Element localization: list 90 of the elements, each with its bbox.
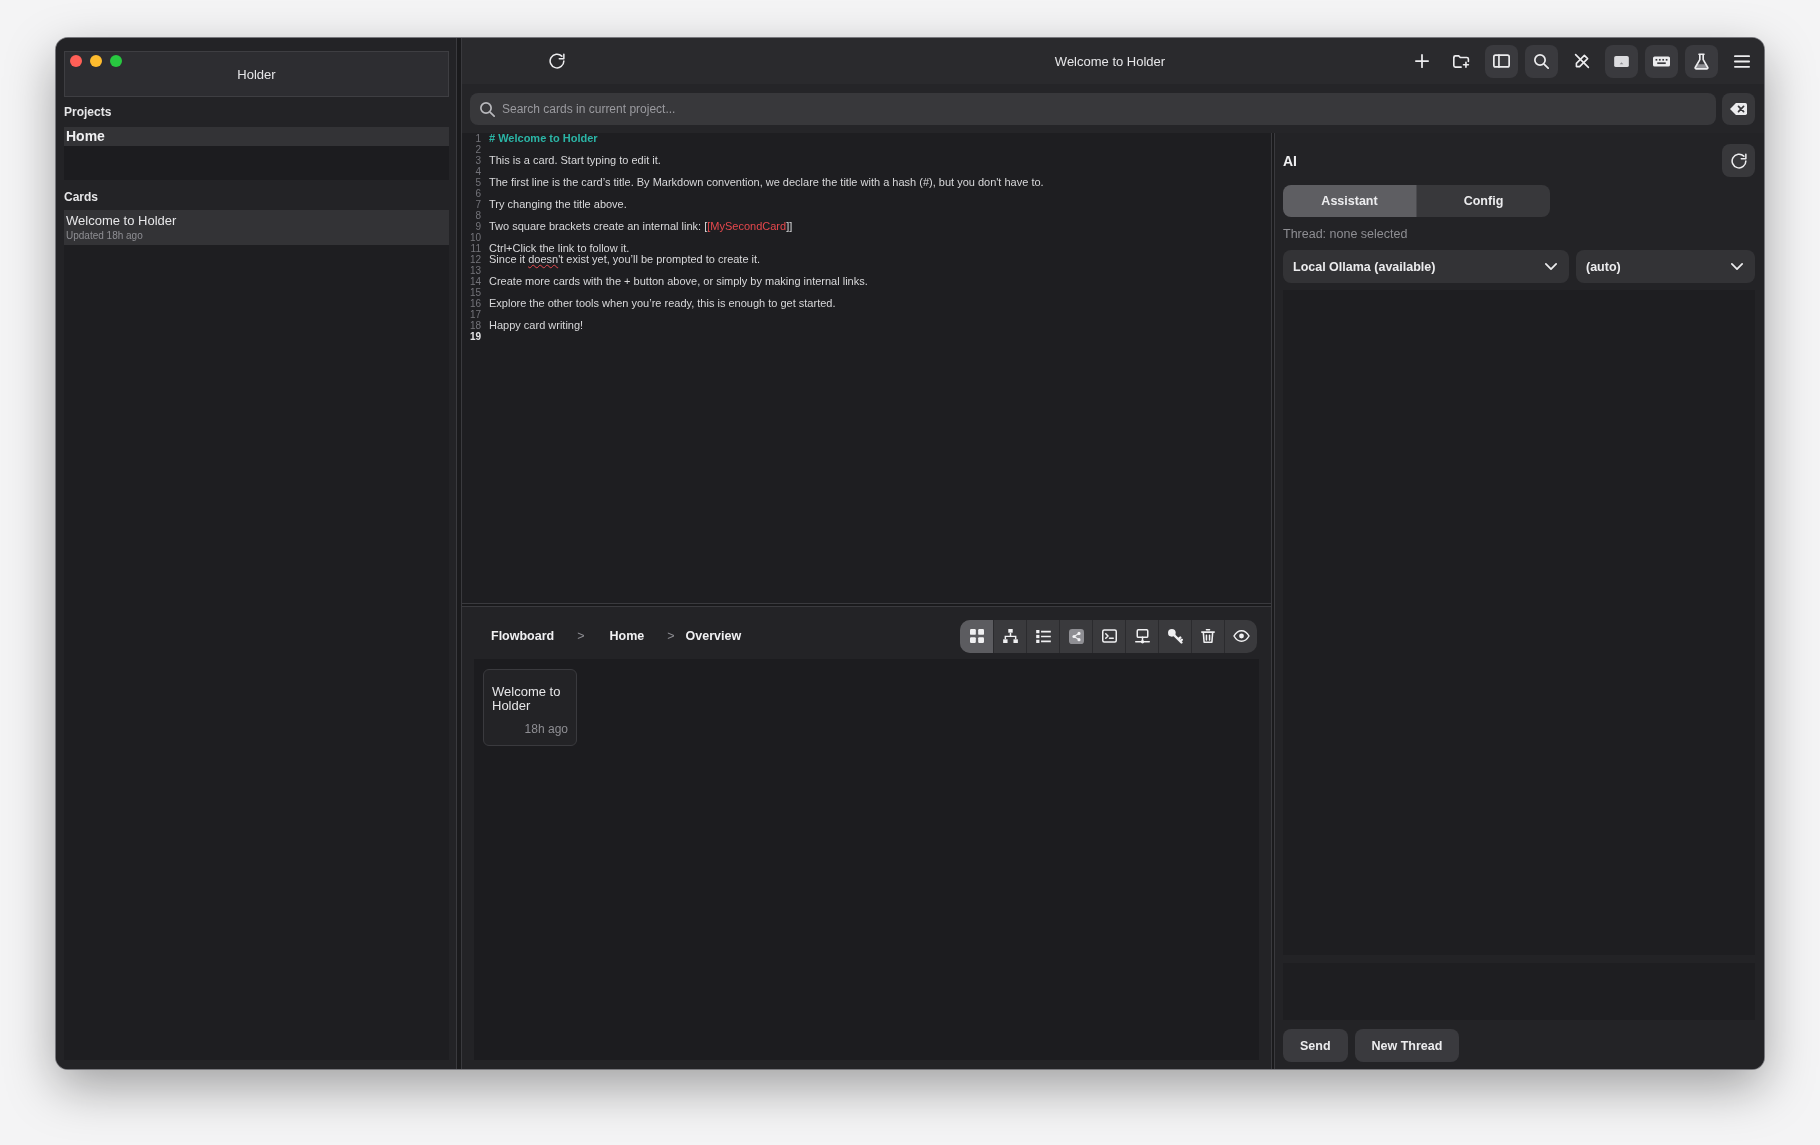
line-number: 9 xyxy=(474,221,482,232)
keyboard-button[interactable] xyxy=(1645,44,1678,78)
line-number: 1 xyxy=(474,133,482,144)
text-line: Happy card writing! xyxy=(489,320,584,331)
sidebar-toggle-button[interactable] xyxy=(1485,44,1518,78)
dropdown[interactable]: Local Ollama (available) xyxy=(1283,250,1569,283)
text-line: Since it doesn't exist yet, you’ll be prompted to create it. xyxy=(489,254,761,265)
tab[interactable]: Assistant xyxy=(1283,185,1416,217)
line-number: 6 xyxy=(474,188,482,199)
markdown-heading: # Welcome to Holder xyxy=(489,133,598,144)
breadcrumb-separator: > xyxy=(577,629,585,643)
card-title: Welcome to Holder xyxy=(492,685,562,713)
plus-icon xyxy=(1414,54,1429,68)
internal-link[interactable]: [MySecondCard xyxy=(707,220,787,232)
window-title: Welcome to Holder xyxy=(1054,53,1166,69)
close-button[interactable] xyxy=(70,55,82,67)
line-number: 11 xyxy=(469,243,482,254)
maximize-button[interactable] xyxy=(110,55,122,67)
minimize-button[interactable] xyxy=(90,55,102,67)
notes-button[interactable] xyxy=(1605,44,1638,78)
breadcrumb-link[interactable]: Overview xyxy=(685,629,742,643)
backspace-icon xyxy=(1730,103,1747,115)
line-number: 13 xyxy=(468,265,482,276)
card-title: Welcome to Holder xyxy=(66,213,177,228)
chevron-down-icon xyxy=(1545,263,1557,270)
menu-icon xyxy=(1733,54,1750,68)
section-heading: Projects xyxy=(64,105,112,119)
eye-icon xyxy=(1232,630,1250,642)
line-number: 7 xyxy=(474,199,482,210)
card-list-item[interactable]: Welcome to Holder Updated 18h ago xyxy=(64,210,449,245)
line-number: 14 xyxy=(468,276,482,287)
line-number: 19 xyxy=(468,331,482,342)
terminal-icon xyxy=(1101,629,1117,643)
search-button[interactable] xyxy=(1525,44,1558,78)
app-title: Holder xyxy=(237,67,276,83)
line-number: 16 xyxy=(468,298,482,309)
breadcrumb-link[interactable]: Flowboard xyxy=(477,629,569,643)
breadcrumb-link[interactable]: Home xyxy=(595,629,659,643)
share-icon xyxy=(1068,628,1084,644)
grid-icon xyxy=(969,629,984,643)
list-icon xyxy=(1035,629,1051,643)
panel-title: AI xyxy=(1283,152,1297,169)
clear-search-button[interactable] xyxy=(1722,93,1755,125)
project-item[interactable]: Home xyxy=(64,127,449,146)
action-button[interactable]: Send xyxy=(1283,1029,1348,1062)
card-updated-time: Updated 18h ago xyxy=(66,229,143,242)
refresh-icon xyxy=(1730,152,1747,169)
text-line: Try changing the title above. xyxy=(489,199,627,210)
search-icon xyxy=(480,101,495,117)
line-number: 2 xyxy=(474,144,482,155)
line-number: 4 xyxy=(474,166,482,177)
thread-status: Thread: none selected xyxy=(1283,226,1408,242)
keyboard-icon xyxy=(1653,55,1670,67)
search-icon xyxy=(1534,53,1549,69)
folder-plus-icon xyxy=(1453,54,1470,68)
refresh-button[interactable] xyxy=(1722,144,1755,177)
pen-slash-icon xyxy=(1573,53,1590,69)
line-number: 10 xyxy=(468,232,482,243)
chevron-down-icon xyxy=(1731,263,1743,270)
action-button[interactable]: New Thread xyxy=(1354,1029,1460,1062)
key-icon xyxy=(1167,628,1183,644)
dropdown[interactable]: (auto) xyxy=(1576,250,1755,283)
search-field[interactable]: Search cards in current project... xyxy=(470,93,1716,125)
trash-icon xyxy=(1201,629,1215,643)
line-number: 8 xyxy=(474,210,482,221)
text-line: This is a card. Start typing to edit it. xyxy=(489,155,661,166)
sidebar-icon xyxy=(1493,54,1510,68)
line-number: 17 xyxy=(468,309,482,320)
grid-view-button[interactable] xyxy=(960,619,993,653)
line-number: 18 xyxy=(468,320,482,331)
line-number: 12 xyxy=(468,254,482,265)
refresh-icon xyxy=(549,53,565,69)
lab-button[interactable] xyxy=(1685,44,1718,78)
card-node[interactable]: Welcome to Holder 18h ago xyxy=(483,669,577,746)
text-line: Create more cards with the + button above, or simply by making internal links. xyxy=(489,276,868,287)
tab[interactable]: Config xyxy=(1416,185,1550,217)
text-line: Two square brackets create an internal link: [[MySecondCard]] xyxy=(489,221,793,232)
line-number: 3 xyxy=(474,155,482,166)
section-heading: Cards xyxy=(64,190,98,204)
note-icon xyxy=(1614,55,1629,67)
line-number: 5 xyxy=(474,177,482,188)
text-line: Explore the other tools when you’re ready, this is enough to get started. xyxy=(489,298,836,309)
monitor-icon xyxy=(1134,628,1150,644)
text-line: The first line is the card’s title. By Markdown convention, we declare the title with a hash (#), but you don't have to. xyxy=(489,177,1044,188)
breadcrumb-separator: > xyxy=(667,629,675,643)
card-age: 18h ago xyxy=(524,722,568,736)
flask-icon xyxy=(1694,52,1709,70)
hierarchy-icon xyxy=(1002,629,1018,643)
text-line: Ctrl+Click the link to follow it. xyxy=(489,243,630,254)
line-number: 15 xyxy=(468,287,482,298)
